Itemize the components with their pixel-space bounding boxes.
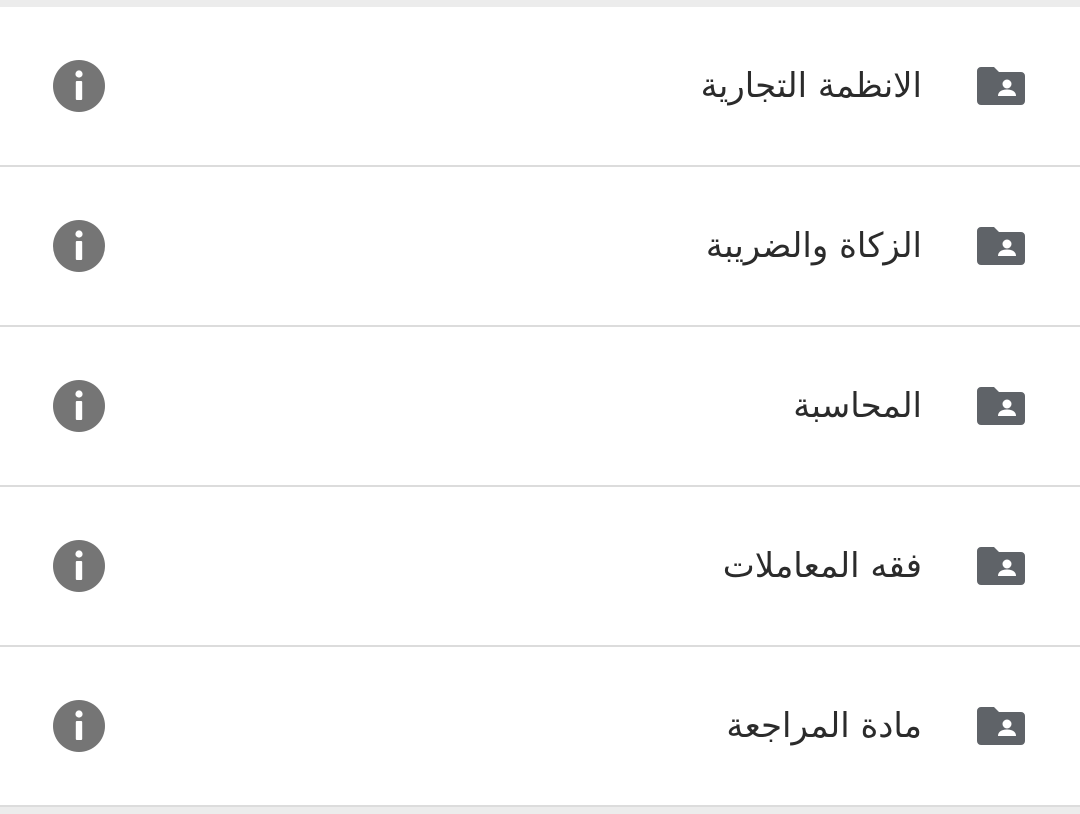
shared-folder-icon: [977, 227, 1025, 265]
folder-name: مادة المراجعة: [726, 706, 922, 746]
folder-row[interactable]: الانظمة التجارية: [0, 7, 1080, 167]
shared-folder-icon: [977, 67, 1025, 105]
shared-folder-icon: [977, 707, 1025, 745]
folder-name: فقه المعاملات: [722, 546, 922, 586]
info-icon[interactable]: [53, 220, 105, 272]
info-icon[interactable]: [53, 60, 105, 112]
folder-name: الزكاة والضريبة: [705, 226, 922, 266]
folder-name: المحاسبة: [793, 386, 922, 426]
folder-list: الانظمة التجارية الزكاة والضريبة المحاسب…: [0, 7, 1080, 807]
folder-row[interactable]: فقه المعاملات: [0, 487, 1080, 647]
folder-name: الانظمة التجارية: [700, 66, 922, 106]
folder-row[interactable]: الزكاة والضريبة: [0, 167, 1080, 327]
info-icon[interactable]: [53, 700, 105, 752]
info-icon[interactable]: [53, 380, 105, 432]
folder-row[interactable]: المحاسبة: [0, 327, 1080, 487]
shared-folder-icon: [977, 547, 1025, 585]
info-icon[interactable]: [53, 540, 105, 592]
shared-folder-icon: [977, 387, 1025, 425]
folder-row[interactable]: مادة المراجعة: [0, 647, 1080, 807]
